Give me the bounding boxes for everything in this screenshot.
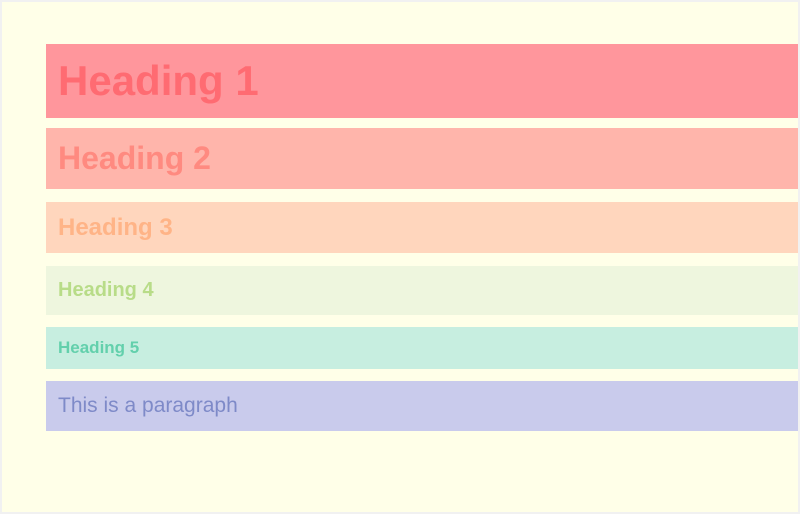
page-viewport: Heading 1 Heading 2 Heading 3 Heading 4 …: [2, 2, 798, 512]
heading-1: Heading 1: [46, 44, 798, 118]
heading-5: Heading 5: [46, 327, 798, 369]
paragraph: This is a paragraph: [46, 381, 798, 431]
heading-4: Heading 4: [46, 266, 798, 315]
heading-3: Heading 3: [46, 202, 798, 253]
heading-2: Heading 2: [46, 128, 798, 189]
